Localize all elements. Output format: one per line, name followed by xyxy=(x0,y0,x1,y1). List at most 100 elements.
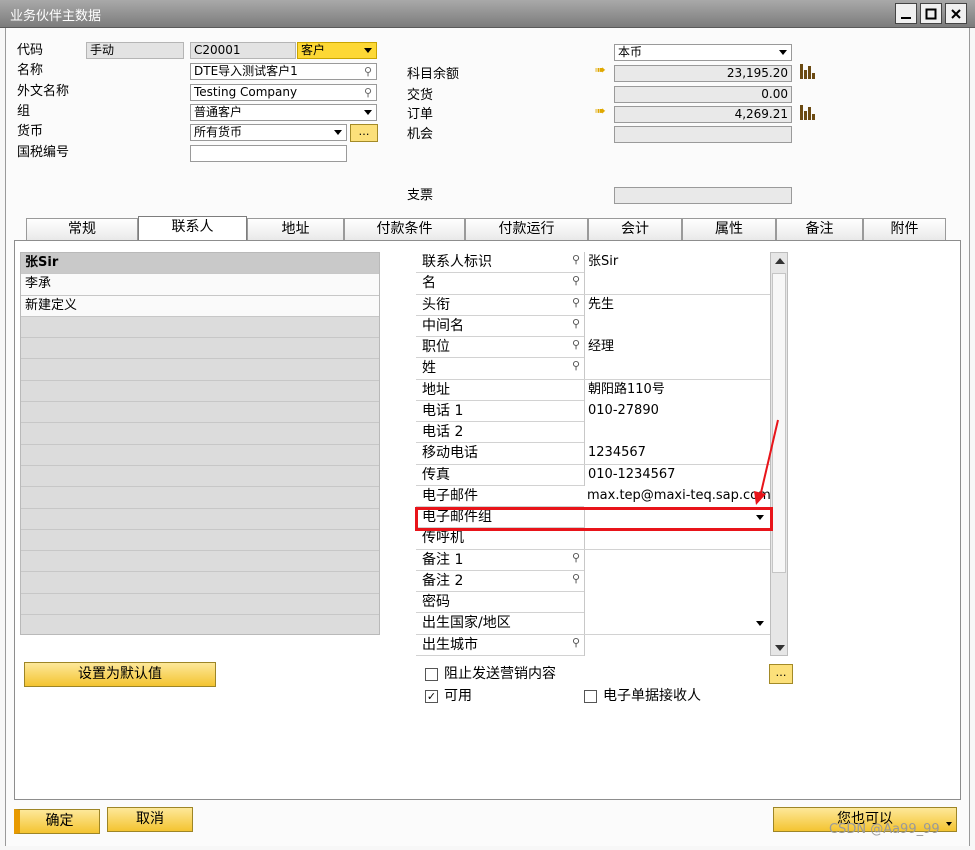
list-item[interactable]: 新建定义 xyxy=(21,295,379,317)
address-field[interactable]: 朝阳路110号 xyxy=(584,379,770,401)
pager-field[interactable] xyxy=(584,528,770,550)
field-row-password: 密码 xyxy=(416,592,770,614)
tab-accounting[interactable]: 会计 xyxy=(588,218,682,240)
tab-payment-terms[interactable]: 付款条件 xyxy=(344,218,465,240)
field-label: 出生国家/地区 xyxy=(422,615,511,632)
field-label: 备注 2 xyxy=(422,572,464,589)
annotation-arrow-icon xyxy=(754,419,779,505)
field-row-fax: 传真 010-1234567 xyxy=(416,464,770,486)
scroll-down-icon[interactable] xyxy=(775,645,785,651)
birth-city-field[interactable] xyxy=(584,634,770,656)
tab-general[interactable]: 常规 xyxy=(26,218,138,240)
list-item-empty xyxy=(21,466,379,488)
phone-2-field[interactable] xyxy=(584,422,770,443)
minimize-button[interactable] xyxy=(895,3,917,24)
group-select[interactable]: 普通客户 xyxy=(190,104,377,121)
ok-button[interactable]: 确定 xyxy=(14,809,100,834)
e-doc-recipient-checkbox[interactable] xyxy=(584,690,597,703)
block-marketing-checkbox[interactable] xyxy=(425,668,438,681)
bp-type-select[interactable]: 客户 xyxy=(297,42,377,59)
more-options-button[interactable]: … xyxy=(769,664,793,684)
tax-id-field[interactable] xyxy=(190,145,347,162)
field-row-address: 地址 朝阳路110号 xyxy=(416,379,770,401)
foreign-name-value: Testing Company xyxy=(194,85,298,99)
code-field[interactable]: C20001 xyxy=(190,42,296,59)
list-item[interactable]: 李承 xyxy=(21,274,379,296)
group-label: 组 xyxy=(17,104,31,119)
currency-select[interactable]: 所有货币 xyxy=(190,124,347,141)
contact-id-field[interactable]: 张Sir xyxy=(584,252,770,273)
field-label: 姓 xyxy=(422,360,436,377)
field-row-remarks-1: 备注 1 ⚲ xyxy=(416,549,770,571)
field-label: 电子邮件 xyxy=(422,487,478,504)
middle-name-field[interactable] xyxy=(584,315,770,337)
field-label: 传呼机 xyxy=(422,530,464,547)
code-mode-field[interactable]: 手动 xyxy=(86,42,184,59)
list-item[interactable]: 张Sir xyxy=(21,253,379,275)
tab-payment-run[interactable]: 付款运行 xyxy=(465,218,588,240)
key-icon: ⚲ xyxy=(572,550,581,564)
first-name-field[interactable] xyxy=(584,273,770,295)
field-label: 移动电话 xyxy=(422,445,478,462)
tab-address[interactable]: 地址 xyxy=(247,218,344,240)
list-item-empty xyxy=(21,487,379,509)
field-label: 备注 1 xyxy=(422,551,464,568)
chevron-down-icon xyxy=(779,50,787,55)
list-item-empty xyxy=(21,317,379,339)
mobile-field[interactable]: 1234567 xyxy=(584,443,770,465)
name-label: 名称 xyxy=(17,63,44,78)
cancel-button[interactable]: 取消 xyxy=(107,807,193,832)
minimize-icon xyxy=(901,16,911,19)
last-name-field[interactable] xyxy=(584,358,770,380)
phone-1-field[interactable]: 010-27890 xyxy=(584,400,770,422)
check-label: 支票 xyxy=(407,188,434,203)
annotation-highlight-box xyxy=(415,507,773,531)
field-row-position: 职位 ⚲ 经理 xyxy=(416,337,770,359)
scroll-up-icon[interactable] xyxy=(775,258,785,264)
maximize-button[interactable] xyxy=(920,3,942,24)
foreign-name-field[interactable]: Testing Company ⚲ xyxy=(190,84,377,101)
close-button[interactable] xyxy=(945,3,967,24)
email-field[interactable]: max.tep@maxi-teq.sap.com xyxy=(584,485,770,507)
tab-attachments[interactable]: 附件 xyxy=(863,218,946,240)
contact-list[interactable]: 张Sir 李承 新建定义 xyxy=(20,252,380,635)
set-default-button[interactable]: 设置为默认值 xyxy=(24,662,216,687)
local-currency-select[interactable]: 本币 xyxy=(614,44,792,61)
position-field[interactable]: 经理 xyxy=(584,337,770,358)
list-item-empty xyxy=(21,445,379,466)
opportunity-label: 机会 xyxy=(407,127,434,142)
password-field[interactable] xyxy=(584,592,770,613)
field-row-middle-name: 中间名 ⚲ xyxy=(416,315,770,337)
remarks-2-field[interactable] xyxy=(584,570,770,592)
tab-contacts[interactable]: 联系人 xyxy=(138,216,247,240)
remarks-1-field[interactable] xyxy=(584,549,770,571)
field-row-pager: 传呼机 xyxy=(416,528,770,550)
key-icon: ⚲ xyxy=(572,359,581,373)
code-label: 代码 xyxy=(17,43,44,58)
tab-properties[interactable]: 属性 xyxy=(682,218,776,240)
currency-more-button[interactable]: … xyxy=(350,124,378,142)
list-item-empty xyxy=(21,402,379,424)
fax-field[interactable]: 010-1234567 xyxy=(584,464,770,486)
name-field[interactable]: DTE导入测试客户1 ⚲ xyxy=(190,63,377,80)
analysis-bars-icon[interactable] xyxy=(800,105,815,120)
key-icon: ⚲ xyxy=(572,253,581,266)
currency-label: 货币 xyxy=(17,124,44,139)
key-icon: ⚲ xyxy=(572,274,581,288)
analysis-bars-icon[interactable] xyxy=(800,64,815,79)
active-checkbox[interactable]: ✓ xyxy=(425,690,438,703)
e-doc-recipient-label: 电子单据接收人 xyxy=(603,688,701,704)
order-field: 4,269.21 xyxy=(614,106,792,123)
tab-remarks[interactable]: 备注 xyxy=(776,218,863,240)
birth-country-select[interactable] xyxy=(584,613,770,635)
title-field[interactable]: 先生 xyxy=(584,294,770,316)
close-icon xyxy=(951,8,961,19)
list-item-empty xyxy=(21,381,379,403)
field-row-first-name: 名 ⚲ xyxy=(416,273,770,295)
link-arrow-icon[interactable]: ➠ xyxy=(595,104,606,119)
local-currency-value: 本币 xyxy=(618,45,643,59)
field-label: 传真 xyxy=(422,466,450,483)
link-arrow-icon[interactable]: ➠ xyxy=(595,63,606,78)
field-label: 出生城市 xyxy=(422,636,478,653)
maximize-icon xyxy=(925,8,937,19)
